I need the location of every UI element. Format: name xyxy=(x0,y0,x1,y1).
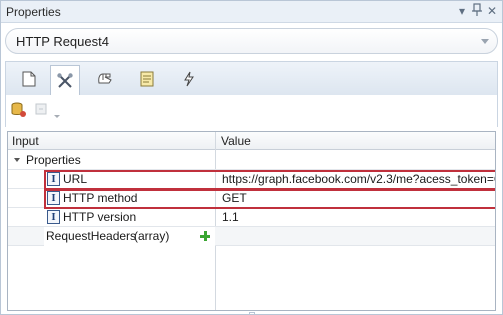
property-value: 1.1 xyxy=(222,210,239,224)
string-type-icon: I xyxy=(47,191,60,205)
pin-glyph-icon xyxy=(472,3,482,16)
tab-notes[interactable] xyxy=(132,65,162,93)
table-row[interactable]: I HTTP version 1.1 xyxy=(8,208,495,227)
group-label: Properties xyxy=(26,153,81,167)
add-item-icon[interactable] xyxy=(200,231,210,241)
property-name: HTTP version xyxy=(63,210,137,224)
tab-strip xyxy=(5,61,498,96)
tab-gloves[interactable] xyxy=(90,65,120,93)
pin-icon[interactable] xyxy=(470,3,484,19)
toolbar xyxy=(5,95,498,127)
property-grid: Input Value Properties I URL https://gra… xyxy=(7,131,496,311)
column-header-value[interactable]: Value xyxy=(221,134,251,148)
dropdown-menu-icon[interactable]: ▾ xyxy=(455,3,469,19)
string-type-icon: I xyxy=(47,172,60,186)
table-row[interactable]: I HTTP method GET xyxy=(8,189,495,208)
disabled-tool-icon xyxy=(35,103,47,115)
selected-object-label: HTTP Request4 xyxy=(16,34,109,49)
property-value-cell[interactable]: GET xyxy=(216,189,495,208)
panel-title: Properties xyxy=(6,5,61,19)
property-value: GET xyxy=(222,191,247,205)
database-button[interactable] xyxy=(10,101,28,119)
tab-document[interactable] xyxy=(14,65,44,93)
property-value-cell[interactable]: https://graph.facebook.com/v2.3/me?acess… xyxy=(216,170,495,189)
lightning-icon xyxy=(184,71,194,87)
tools-icon xyxy=(57,73,73,88)
property-name: RequestHeaders xyxy=(46,229,137,243)
properties-panel: Properties ▾ ✕ HTTP Request4 Input Value… xyxy=(0,0,503,315)
chevron-down-icon[interactable] xyxy=(54,115,60,118)
table-row[interactable]: RequestHeaders (array) xyxy=(8,227,495,246)
object-selector-dropdown[interactable]: HTTP Request4 xyxy=(5,28,498,54)
gloves-icon xyxy=(98,73,112,84)
property-name-cell: I URL xyxy=(44,170,215,189)
property-name: URL xyxy=(63,172,88,186)
collapse-arrow-icon[interactable] xyxy=(14,158,20,162)
table-row[interactable]: I URL https://graph.facebook.com/v2.3/me… xyxy=(8,170,495,189)
property-name-cell: I HTTP method xyxy=(44,189,215,208)
chevron-down-icon xyxy=(481,39,489,44)
database-icon xyxy=(11,102,26,117)
notes-icon xyxy=(140,71,154,87)
property-name-cell: I HTTP version xyxy=(44,208,215,227)
tab-tools[interactable] xyxy=(50,65,80,96)
string-type-icon: I xyxy=(47,210,60,224)
panel-title-bar: Properties ▾ ✕ xyxy=(1,1,502,23)
close-icon[interactable]: ✕ xyxy=(485,3,499,19)
disabled-tool-button[interactable] xyxy=(34,101,52,119)
property-value: https://graph.facebook.com/v2.3/me?acess… xyxy=(222,172,495,186)
group-row-properties[interactable]: Properties xyxy=(8,151,495,170)
tab-events[interactable] xyxy=(174,65,204,93)
column-header-input[interactable]: Input xyxy=(12,134,39,148)
property-type: (array) xyxy=(134,229,170,243)
property-name: HTTP method xyxy=(63,191,138,205)
document-icon xyxy=(22,71,36,87)
property-name-cell: RequestHeaders (array) xyxy=(44,227,215,246)
grid-header: Input Value xyxy=(8,132,495,150)
property-value-cell[interactable]: 1.1 xyxy=(216,208,495,227)
